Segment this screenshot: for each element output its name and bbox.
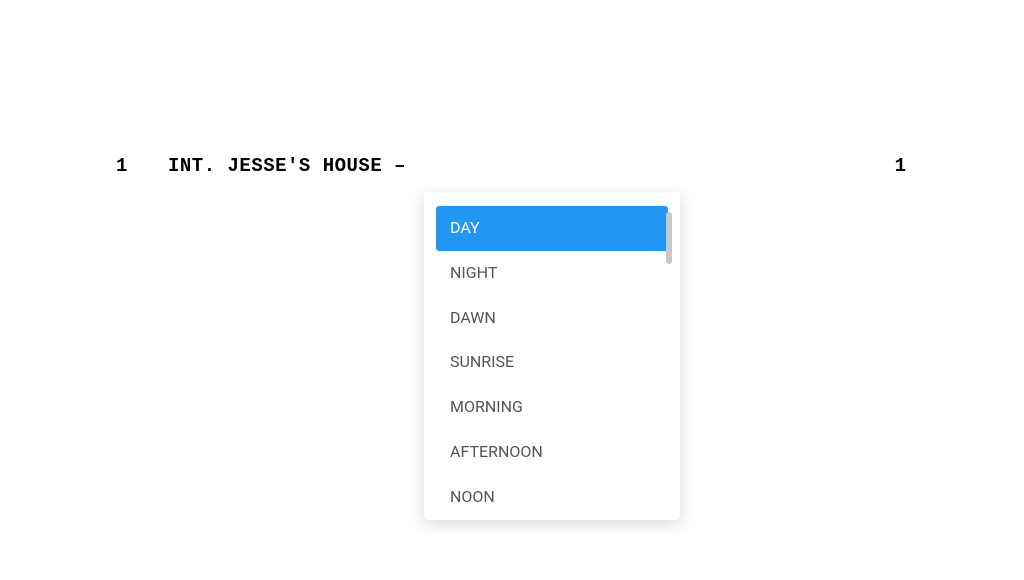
dropdown-item-afternoon[interactable]: AFTERNOON [436, 430, 668, 475]
dropdown-list: DAY NIGHT DAWN SUNRISE MORNING AFTERNOON… [424, 206, 680, 520]
dropdown-item-morning[interactable]: MORNING [436, 385, 668, 430]
dropdown-item-noon[interactable]: NOON [436, 475, 668, 520]
dropdown-scrollbar[interactable] [666, 212, 672, 264]
scene-number-right: 1 [895, 155, 906, 177]
time-of-day-dropdown[interactable]: DAY NIGHT DAWN SUNRISE MORNING AFTERNOON… [424, 192, 680, 520]
dropdown-item-night[interactable]: NIGHT [436, 251, 668, 296]
dropdown-item-sunrise[interactable]: SUNRISE [436, 340, 668, 385]
scene-heading-text[interactable]: INT. JESSE'S HOUSE – [168, 155, 406, 177]
dropdown-item-day[interactable]: DAY [436, 206, 668, 251]
scene-number-left: 1 [116, 155, 127, 177]
dropdown-item-dawn[interactable]: DAWN [436, 296, 668, 341]
